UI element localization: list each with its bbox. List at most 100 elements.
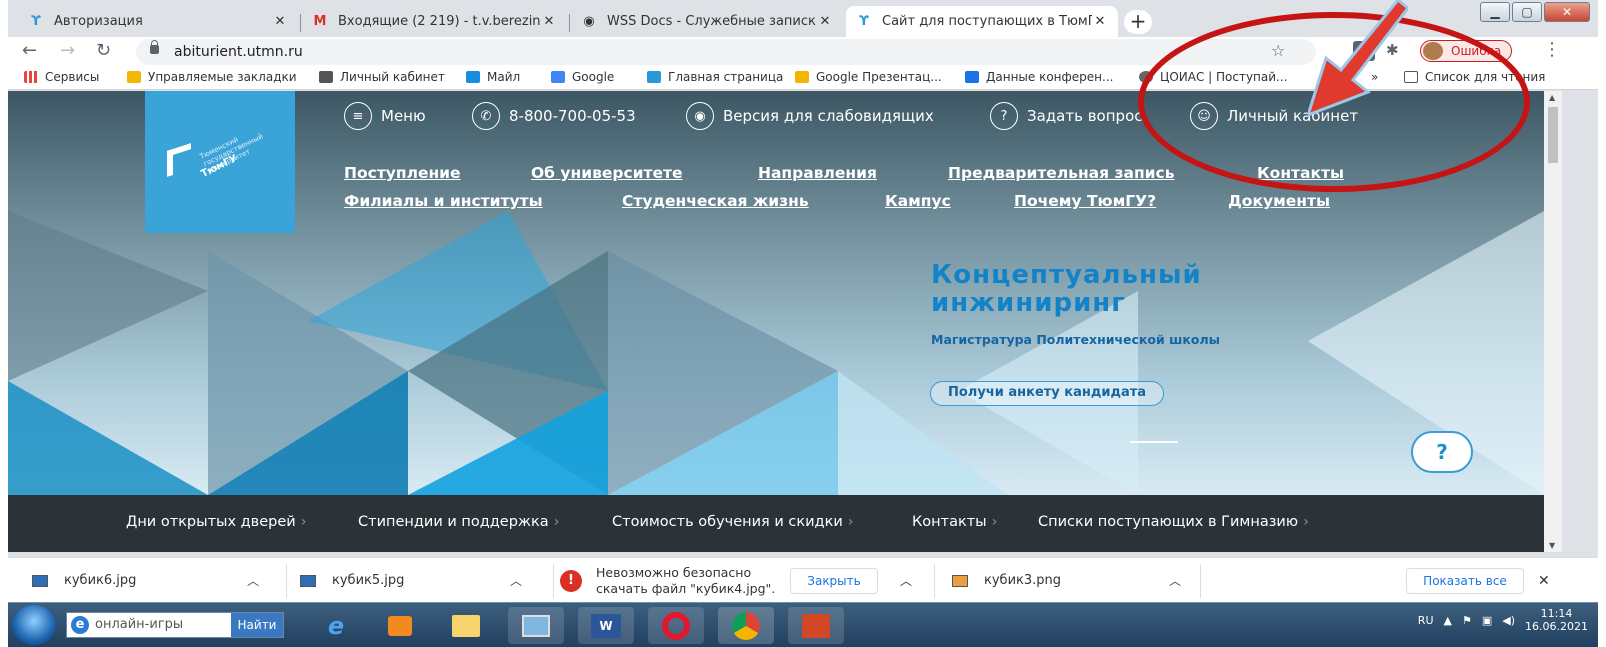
- slider-prev-arrow[interactable]: [1130, 441, 1178, 443]
- chevron-up-icon[interactable]: ︿: [1169, 572, 1181, 589]
- cap-icon: [319, 71, 333, 83]
- scroll-down-icon[interactable]: ▼: [1549, 541, 1555, 550]
- start-button[interactable]: [12, 605, 56, 645]
- slides-icon: [795, 71, 809, 83]
- reload-icon[interactable]: ↻: [96, 40, 111, 61]
- tyumgu-icon: ϒ: [859, 14, 869, 29]
- flag-icon[interactable]: ⚑: [1462, 614, 1472, 627]
- word-icon[interactable]: W: [578, 607, 634, 644]
- download-item[interactable]: кубик6.jpg ︿: [32, 558, 282, 603]
- tab-gmail[interactable]: M Входящие (2 219) - t.v.berezina@ ✕: [302, 6, 567, 37]
- bookmark-google-slides[interactable]: Google Презентац...: [795, 70, 942, 84]
- nav-about[interactable]: Об университете: [531, 164, 683, 182]
- link-gymnasium-lists[interactable]: Списки поступающих в Гимназию ›: [1038, 514, 1309, 530]
- clock[interactable]: 11:14 16.06.2021: [1525, 607, 1588, 633]
- image-file-icon: [952, 574, 968, 587]
- close-downloads-icon[interactable]: ✕: [1538, 558, 1550, 603]
- internet-explorer-icon[interactable]: e: [308, 607, 364, 644]
- tab-abiturient[interactable]: ϒ Сайт для поступающих в ТюмГУ ✕: [846, 6, 1118, 37]
- google-icon: [551, 71, 565, 83]
- close-tab-icon[interactable]: ✕: [272, 14, 288, 29]
- search-go-button[interactable]: Найти: [231, 613, 283, 637]
- phone-icon: ✆: [472, 102, 500, 130]
- gmail-icon: M: [313, 14, 327, 29]
- ask-question-link[interactable]: ? Задать вопрос: [990, 102, 1143, 130]
- monitor-app-icon[interactable]: [508, 607, 564, 644]
- chevron-right-icon: ›: [991, 514, 998, 530]
- link-scholarships[interactable]: Стипендии и поддержка ›: [358, 514, 559, 530]
- network-icon[interactable]: ▣: [1482, 614, 1492, 627]
- bookmark-services[interactable]: Сервисы: [24, 70, 99, 84]
- tray-expand-icon[interactable]: ▲: [1444, 614, 1452, 627]
- phone-link[interactable]: ✆ 8-800-700-05-53: [472, 102, 636, 130]
- dismiss-download-button[interactable]: Закрыть: [790, 568, 878, 594]
- candidate-form-button[interactable]: Получи анкету кандидата: [930, 381, 1165, 406]
- taskbar-search-input[interactable]: e онлайн-игры Найти: [66, 612, 284, 638]
- close-tab-icon[interactable]: ✕: [541, 14, 557, 29]
- browser-menu-icon[interactable]: ⋮: [1543, 39, 1561, 60]
- eye-icon: ◉: [686, 102, 714, 130]
- media-player-icon[interactable]: [372, 607, 428, 644]
- nav-student-life[interactable]: Студенческая жизнь: [622, 192, 809, 210]
- menu-icon: ≡: [344, 102, 372, 130]
- scroll-thumb[interactable]: [1548, 107, 1558, 163]
- minimize-button[interactable]: ▁: [1480, 2, 1510, 22]
- tab-wss-docs[interactable]: ◉ WSS Docs - Служебные записки ✕: [571, 6, 843, 37]
- language-indicator[interactable]: RU: [1418, 614, 1434, 627]
- annotation-arrow-icon: [1308, 0, 1408, 117]
- scroll-up-icon[interactable]: ▲: [1549, 93, 1555, 102]
- wss-icon: ◉: [583, 14, 595, 29]
- lock-icon[interactable]: [150, 40, 159, 54]
- nav-documents[interactable]: Документы: [1228, 192, 1330, 210]
- chevron-up-icon[interactable]: ︿: [900, 558, 912, 603]
- download-warning-text: Невозможно безопасно скачать файл "кубик…: [596, 564, 776, 596]
- bookmark-managed[interactable]: Управляемые закладки: [127, 70, 297, 84]
- bookmark-main-page[interactable]: Главная страница: [647, 70, 783, 84]
- close-tab-icon[interactable]: ✕: [1092, 14, 1108, 29]
- file-explorer-icon[interactable]: [438, 607, 494, 644]
- university-logo[interactable]: Тюменский государственный университет Тю…: [145, 91, 295, 233]
- question-icon: ?: [990, 102, 1018, 130]
- bookmark-google[interactable]: Google: [551, 70, 614, 84]
- window-controls: ▁ ▢ ✕: [1480, 2, 1590, 22]
- nav-admission[interactable]: Поступление: [344, 164, 461, 182]
- show-all-downloads-button[interactable]: Показать все: [1406, 568, 1524, 594]
- nav-directions[interactable]: Направления: [758, 164, 877, 182]
- link-tuition[interactable]: Стоимость обучения и скидки ›: [612, 514, 854, 530]
- new-tab-button[interactable]: +: [1124, 10, 1152, 34]
- mail-icon: [466, 71, 480, 83]
- image-file-icon: [32, 574, 48, 587]
- download-item[interactable]: кубик5.jpg ︿: [300, 558, 550, 603]
- bookmark-cabinet[interactable]: Личный кабинет: [319, 70, 445, 84]
- page-scrollbar[interactable]: ▲ ▼: [1544, 91, 1562, 552]
- chrome-icon[interactable]: [718, 607, 774, 644]
- presentation-app-icon[interactable]: [788, 607, 844, 644]
- back-icon[interactable]: ←: [22, 40, 37, 61]
- menu-button[interactable]: ≡ Меню: [344, 102, 426, 130]
- address-bar[interactable]: abiturient.utmn.ru: [136, 39, 1316, 65]
- link-contacts[interactable]: Контакты ›: [912, 514, 997, 530]
- help-chat-button[interactable]: ?: [1411, 431, 1473, 473]
- nav-campus[interactable]: Кампус: [885, 192, 951, 210]
- chevron-up-icon[interactable]: ︿: [247, 572, 259, 589]
- forward-icon[interactable]: →: [60, 40, 75, 61]
- volume-icon[interactable]: ◀): [1502, 614, 1515, 627]
- opera-icon[interactable]: [648, 607, 704, 644]
- downloads-bar: кубик6.jpg ︿ кубик5.jpg ︿ ! Невозможно б…: [8, 557, 1598, 602]
- window-close-button[interactable]: ✕: [1544, 2, 1590, 22]
- logo-mark: [167, 143, 191, 177]
- tab-authorization[interactable]: ϒ Авторизация ✕: [18, 6, 298, 37]
- folder-icon: [127, 71, 141, 83]
- download-item[interactable]: кубик3.png ︿: [952, 558, 1202, 603]
- maximize-button[interactable]: ▢: [1512, 2, 1542, 22]
- nav-appointment[interactable]: Предварительная запись: [948, 164, 1175, 182]
- link-open-days[interactable]: Дни открытых дверей ›: [126, 514, 307, 530]
- nav-branches[interactable]: Филиалы и институты: [344, 192, 543, 210]
- low-vision-link[interactable]: ◉ Версия для слабовидящих: [686, 102, 934, 130]
- nav-why-tyumgu[interactable]: Почему ТюмГУ?: [1014, 192, 1156, 210]
- chevron-up-icon[interactable]: ︿: [510, 572, 522, 589]
- bookmark-conference[interactable]: Данные конферен...: [965, 70, 1113, 84]
- close-tab-icon[interactable]: ✕: [817, 14, 833, 29]
- ie-icon: e: [71, 616, 89, 634]
- bookmark-mail[interactable]: Майл: [466, 70, 520, 84]
